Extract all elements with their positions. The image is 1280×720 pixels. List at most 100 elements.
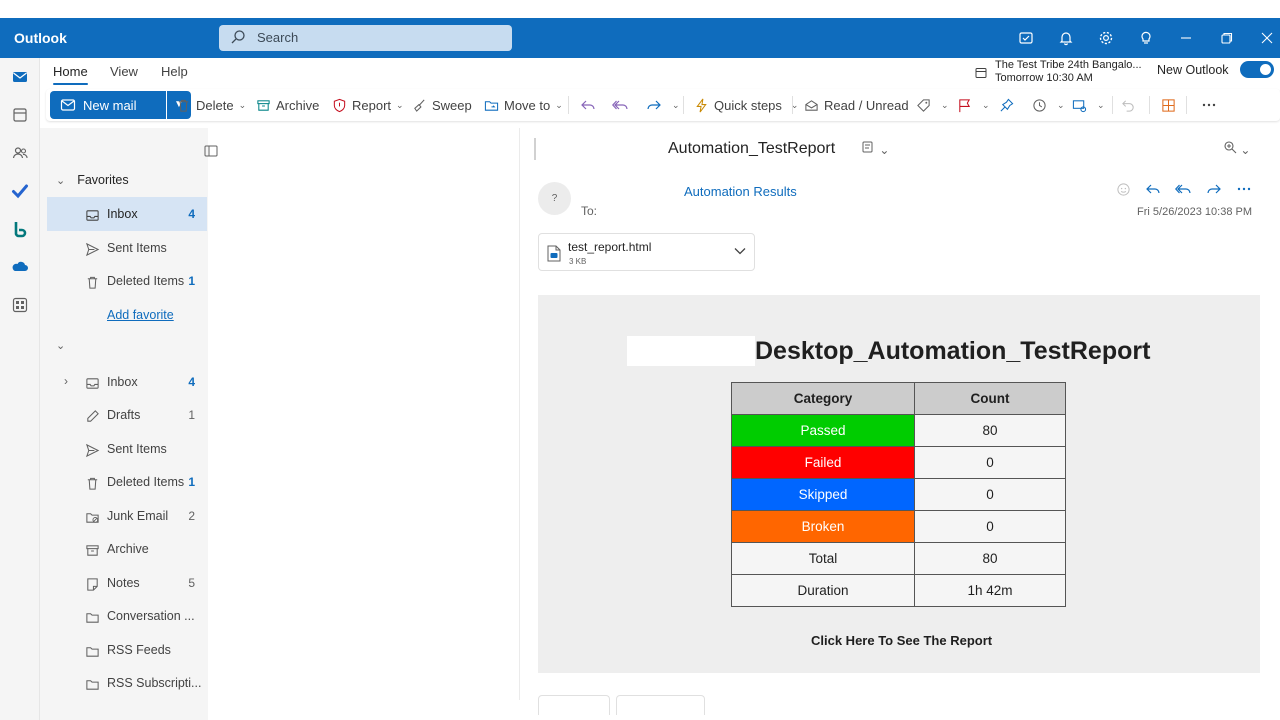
email-body: Desktop_Automation_TestReport Category C… [538,295,1260,673]
folder-conversation-history[interactable]: Conversation ... [47,599,207,633]
search-icon [230,29,246,48]
addins-button[interactable] [1161,95,1181,115]
count-cell: 0 [914,510,1066,543]
account-header[interactable]: ⌄ [56,338,65,352]
chevron-down-icon: ⌄ [1057,99,1065,110]
pane-toggle-icon[interactable] [204,144,218,162]
table-row: Passed 80 [731,414,1066,447]
reply-all-icon[interactable] [1174,180,1192,198]
reply-button[interactable] [580,95,601,115]
favorite-deleted-items[interactable]: Deleted Items 1 [47,264,207,298]
gear-icon[interactable] [1095,27,1117,49]
folder-name: Sent Items [107,442,167,456]
forward-icon[interactable] [1205,180,1223,198]
more-actions-icon[interactable] [1235,180,1253,198]
folder-archive[interactable]: Archive [47,532,207,566]
attachment-size: 3 KB [569,257,587,266]
message-list[interactable] [208,128,520,700]
emoji-icon[interactable] [1114,180,1132,198]
folder-notes[interactable]: Notes 5 [47,566,207,600]
bookings-icon[interactable] [9,218,31,240]
chevron-down-icon[interactable] [734,246,746,258]
move-to-button[interactable]: Move to ⌄ [484,95,563,115]
tab-view[interactable]: View [110,64,138,79]
report-title: Desktop_Automation_TestReport [755,337,1151,365]
folder-rss-subscriptions[interactable]: RSS Subscripti... [47,666,207,700]
category-cell: Passed [731,414,915,447]
folder-inbox[interactable]: › Inbox 4 [47,365,207,399]
restore-icon[interactable] [1216,27,1238,49]
lightning-icon [694,98,709,113]
column-header-count: Count [914,382,1066,415]
favorite-inbox[interactable]: Inbox 4 [47,197,207,231]
folder-icon [84,643,100,659]
quick-steps-label: Quick steps [714,97,782,113]
more-options-button[interactable] [1201,95,1222,115]
categorize-button[interactable]: ⌄ [916,95,949,115]
add-favorite-link[interactable]: Add favorite [107,308,174,322]
search-box[interactable]: Search [219,25,512,51]
tab-help[interactable]: Help [161,64,188,79]
tab-home[interactable]: Home [53,64,88,85]
flag-button[interactable]: ⌄ [957,95,990,115]
bell-icon[interactable] [1055,27,1077,49]
folder-junk-email[interactable]: Junk Email 2 [47,499,207,533]
folder-deleted-items[interactable]: Deleted Items 1 [47,465,207,499]
count-cell: 0 [914,478,1066,511]
event-time: Tomorrow 10:30 AM [995,72,1093,84]
zoom-icon[interactable]: ⌄ [1223,140,1250,157]
apps-icon[interactable] [9,294,31,316]
my-day-icon[interactable] [1015,27,1037,49]
new-outlook-toggle[interactable] [1240,61,1274,78]
report-button[interactable]: Report ⌄ [332,95,404,115]
archive-button[interactable]: Archive [256,95,319,115]
chevron-down-icon: ⌄ [982,99,990,110]
folder-rss-feeds[interactable]: RSS Feeds [47,633,207,667]
undo-button[interactable] [1121,95,1141,115]
folder-name: RSS Feeds [107,643,171,657]
reply-all-button[interactable] [612,95,633,115]
favorite-sent-items[interactable]: Sent Items [47,231,207,265]
pin-icon [999,98,1014,113]
delete-button[interactable]: Delete ⌄ [176,95,246,115]
mail-icon[interactable] [9,66,31,88]
attachment-card[interactable]: test_report.html 3 KB [538,233,755,271]
onedrive-icon[interactable] [9,256,31,278]
folder-sent-items[interactable]: Sent Items [47,432,207,466]
undo-icon [1121,98,1136,113]
new-mail-button[interactable]: New mail [50,91,166,119]
report-link[interactable]: Click Here To See The Report [811,633,992,648]
upcoming-event[interactable]: The Test Tribe 24th Bangalo... Tomorrow … [975,59,1142,85]
action-button[interactable] [616,695,705,715]
new-mail-icon [60,97,76,116]
table-row: Skipped 0 [731,478,1066,511]
minimize-icon[interactable] [1175,27,1197,49]
reply-all-icon [612,97,628,113]
count-cell: 80 [914,542,1066,575]
move-to-label: Move to [504,97,551,113]
todo-check-icon[interactable] [9,180,31,202]
lightbulb-icon[interactable] [1135,27,1157,49]
sender-name[interactable]: Automation Results [684,184,797,199]
action-button[interactable] [538,695,610,715]
folder-drafts[interactable]: Drafts 1 [47,398,207,432]
reply-icon[interactable] [1144,180,1162,198]
pin-button[interactable] [999,95,1019,115]
chevron-down-icon: ⌄ [238,99,247,110]
sweep-button[interactable]: Sweep [412,95,472,115]
snooze-button[interactable]: ⌄ [1032,95,1065,115]
calendar-icon[interactable] [9,104,31,126]
close-icon[interactable] [1256,27,1278,49]
summary-icon[interactable]: ⌄ [862,140,889,157]
avatar[interactable]: ? [538,182,571,215]
forward-button[interactable]: ⌄ [646,95,680,115]
rules-button[interactable]: ⌄ [1072,95,1105,115]
favorites-header[interactable]: ⌄ Favorites [56,173,129,187]
calendar-event-icon [975,67,987,83]
quick-steps-button[interactable]: Quick steps ⌄ [694,95,798,115]
chevron-right-icon[interactable]: › [64,374,68,388]
people-icon[interactable] [9,142,31,164]
unread-count: 4 [188,207,195,221]
read-unread-button[interactable]: Read / Unread [804,95,909,115]
count-cell: 1h 42m [914,574,1066,607]
